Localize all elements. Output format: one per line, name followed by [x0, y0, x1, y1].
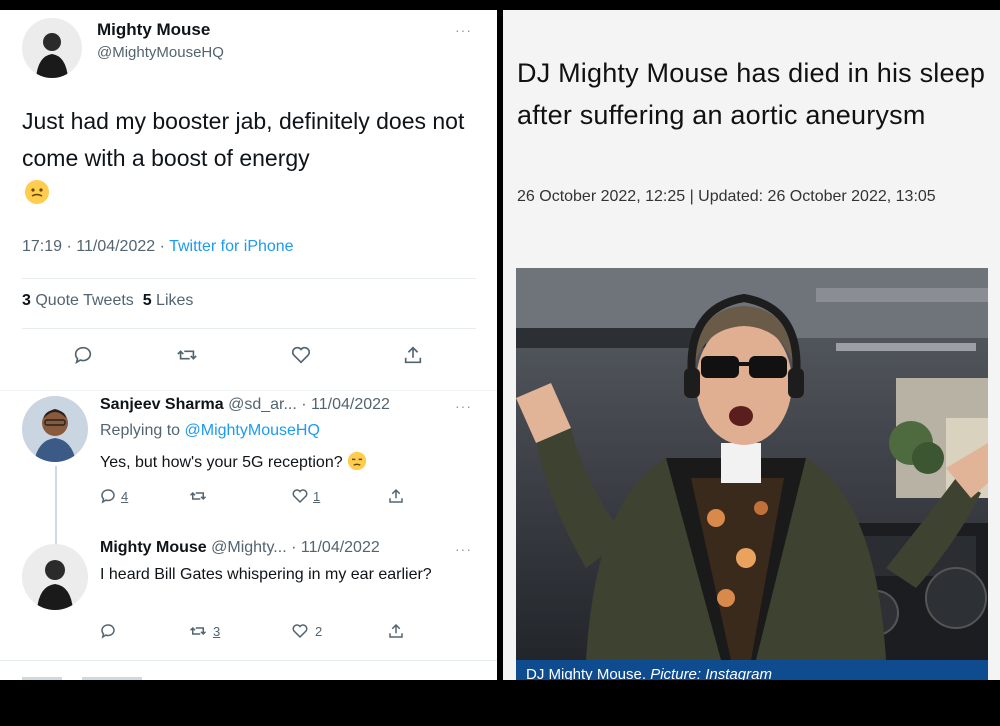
tweet-text: Just had my booster jab, definitely does… [22, 108, 465, 171]
more-icon[interactable]: ··· [455, 22, 472, 38]
next-item-teaser [22, 668, 182, 680]
share-button[interactable] [387, 487, 405, 505]
retweet-icon [177, 350, 197, 360]
like-button[interactable]: 2 [291, 622, 322, 640]
unamused-emoji-icon [347, 451, 367, 471]
article-dateline: 26 October 2022, 12:25 | Updated: 26 Oct… [517, 188, 936, 205]
retweet-button[interactable] [189, 487, 211, 505]
reply-header: Mighty Mouse @Mighty... · 11/04/2022 [100, 539, 380, 557]
reply-text-body: Yes, but how's your 5G reception? [100, 454, 343, 471]
reply-header: Sanjeev Sharma @sd_ar... · 11/04/2022 [100, 396, 390, 414]
retweet-button[interactable] [176, 344, 198, 366]
like-icon [292, 624, 308, 639]
reply-icon [101, 489, 115, 504]
reply-author-meta[interactable]: @Mighty... · 11/04/2022 [211, 539, 380, 556]
quote-tweets-count[interactable]: 3 [22, 292, 31, 309]
retweet-icon [189, 626, 207, 636]
replying-prefix: Replying to [100, 422, 185, 439]
grimace-emoji-icon [25, 180, 49, 204]
tweet-source-link[interactable]: Twitter for iPhone [169, 238, 294, 255]
bottom-black-border [0, 680, 1000, 726]
tweet-timestamp: 17:19 · 11/04/2022 · [22, 238, 170, 255]
quote-tweets-label[interactable]: Quote Tweets [35, 292, 133, 309]
divider [0, 660, 497, 661]
likes-label[interactable]: Likes [156, 292, 193, 309]
share-icon [389, 623, 403, 638]
reply-text: I heard Bill Gates whispering in my ear … [100, 566, 432, 583]
thread-connector [55, 466, 57, 544]
replying-handle-link[interactable]: @MightyMouseHQ [185, 422, 320, 439]
tweet-meta: 17:19 · 11/04/2022 · Twitter for iPhone [22, 238, 294, 256]
reply-author-name[interactable]: Sanjeev Sharma [100, 396, 224, 413]
reply-avatar[interactable] [22, 544, 88, 610]
reply-author-meta[interactable]: @sd_ar... · 11/04/2022 [228, 396, 390, 413]
tweet-panel: Mighty Mouse @MightyMouseHQ ··· Just had… [0, 10, 497, 680]
more-icon[interactable]: ··· [455, 541, 472, 557]
like-icon [292, 489, 308, 504]
reply-button[interactable]: 4 [99, 487, 128, 505]
retweet-button[interactable]: 3 [189, 622, 220, 640]
tweet-stats: 3 Quote Tweets 5 Likes [22, 292, 193, 310]
divider [22, 278, 476, 279]
caption-credit: Picture: Instagram [650, 666, 772, 680]
article-headline[interactable]: DJ Mighty Mouse has died in his sleep af… [517, 52, 987, 136]
divider [0, 390, 497, 391]
share-icon [404, 346, 422, 364]
article-photo[interactable] [516, 268, 988, 660]
reply-button[interactable] [99, 622, 121, 640]
like-button[interactable]: 1 [291, 487, 320, 505]
like-count: 1 [313, 488, 321, 504]
news-article-panel: DJ Mighty Mouse has died in his sleep af… [503, 10, 1000, 680]
reply-author-name[interactable]: Mighty Mouse [100, 539, 207, 556]
photo-caption: DJ Mighty Mouse. Picture: Instagram [516, 660, 988, 680]
like-count: 2 [315, 623, 323, 639]
reply-icon [101, 624, 115, 639]
like-icon [291, 346, 311, 364]
share-button[interactable] [387, 622, 405, 640]
divider [22, 328, 476, 329]
reply-avatar[interactable] [22, 396, 88, 462]
more-icon[interactable]: ··· [455, 398, 472, 414]
like-button[interactable] [290, 344, 312, 366]
share-icon [389, 488, 403, 503]
reply-text: Yes, but how's your 5G reception? [100, 451, 460, 475]
author-name[interactable]: Mighty Mouse [97, 20, 210, 40]
likes-count[interactable]: 5 [143, 292, 152, 309]
caption-name: DJ Mighty Mouse. [526, 666, 647, 680]
replying-to: Replying to @MightyMouseHQ [100, 422, 320, 440]
reply-count: 4 [121, 488, 129, 504]
retweet-icon [189, 491, 207, 501]
author-avatar[interactable] [22, 18, 82, 78]
share-button[interactable] [402, 344, 424, 366]
reply-icon [74, 346, 92, 365]
top-black-border [0, 0, 1000, 10]
retweet-count: 3 [213, 623, 221, 639]
author-handle[interactable]: @MightyMouseHQ [97, 44, 224, 61]
reply-button[interactable] [72, 344, 94, 366]
